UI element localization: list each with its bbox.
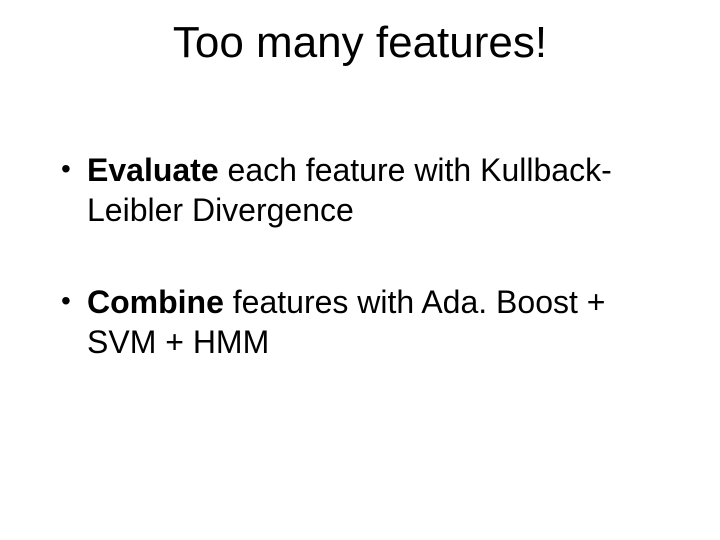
bullet-list: Evaluate each feature with Kullback-Leib… <box>55 150 665 362</box>
list-item: Evaluate each feature with Kullback-Leib… <box>55 150 665 230</box>
bullet-bold: Evaluate <box>87 152 219 188</box>
bullet-bold: Combine <box>87 284 224 320</box>
slide-body: Evaluate each feature with Kullback-Leib… <box>55 150 665 414</box>
slide: Too many features! Evaluate each feature… <box>0 0 720 540</box>
slide-title: Too many features! <box>0 18 720 68</box>
list-item: Combine features with Ada. Boost + SVM +… <box>55 282 665 362</box>
